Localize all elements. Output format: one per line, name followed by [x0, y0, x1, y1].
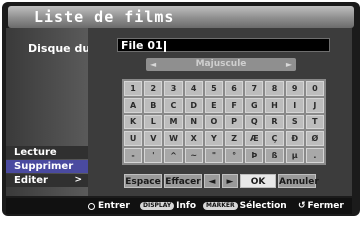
marker-key-badge: MARKER	[203, 202, 238, 210]
cancel-button[interactable]: Annuler	[278, 174, 319, 188]
hint-selection: MARKER Sélection	[203, 198, 287, 214]
menu-item-label: Editer	[14, 175, 48, 186]
keyboard-key[interactable]: Æ	[245, 131, 264, 147]
display-key-badge: DISPLAY	[140, 202, 175, 210]
hint-info: DISPLAY Info	[140, 198, 196, 214]
keyboard-key[interactable]: 9	[285, 81, 304, 96]
title-bar: Liste de films	[8, 6, 354, 28]
menu-item-label: Supprimer	[14, 161, 74, 172]
keyboard-key[interactable]: 2	[144, 81, 163, 96]
menu-item-label: Lecture	[14, 147, 57, 158]
chevron-right-icon: >	[74, 175, 82, 185]
space-button[interactable]: Espace	[124, 174, 162, 188]
keyboard-action-row: Espace Effacer ◄ ► OK Annuler	[124, 174, 319, 188]
hint-enter: Entrer	[88, 198, 130, 214]
keyboard-key[interactable]: ^	[164, 148, 183, 163]
keyboard-key[interactable]: S	[285, 114, 304, 130]
keyboard-key[interactable]: T	[305, 114, 324, 130]
keyboard-key[interactable]: 5	[204, 81, 223, 96]
keyboard-key[interactable]: -	[124, 148, 143, 163]
keyboard-key[interactable]: 8	[265, 81, 284, 96]
keyboard-key[interactable]: A	[124, 97, 143, 113]
menu-item-lecture[interactable]: Lecture	[6, 146, 88, 159]
keyboard-key[interactable]: Ø	[305, 131, 324, 147]
keyboard-key[interactable]: P	[225, 114, 244, 130]
keyboard-key[interactable]: E	[204, 97, 223, 113]
page-title: Liste de films	[34, 8, 175, 26]
hint-selection-label: Sélection	[239, 201, 287, 211]
keyboard-key[interactable]: '	[144, 148, 163, 163]
title-name-input[interactable]: File 01	[117, 38, 330, 52]
keyboard-key[interactable]: µ	[285, 148, 304, 163]
text-cursor	[163, 40, 166, 52]
footer-hints: Entrer DISPLAY Info MARKER Sélection ↺ F…	[6, 198, 352, 214]
keyboard-key[interactable]: B	[144, 97, 163, 113]
keyboard-key[interactable]: Ð	[285, 131, 304, 147]
keyboard-key[interactable]: Y	[204, 131, 223, 147]
return-icon: ↺	[298, 201, 306, 211]
hint-enter-label: Entrer	[98, 201, 130, 211]
on-screen-keyboard: 1234567890 ABCDEFGHIJ KLMNOPQRST UVWXYZÆÇÐØ…	[122, 79, 326, 165]
device-label: Disque dur	[28, 42, 96, 55]
keyboard-key[interactable]: G	[245, 97, 264, 113]
keyboard-key[interactable]: F	[225, 97, 244, 113]
keyboard-key[interactable]: Ç	[265, 131, 284, 147]
keyboard-key[interactable]: 3	[164, 81, 183, 96]
keyboard-key[interactable]: J	[305, 97, 324, 113]
keyboard-key[interactable]: "	[204, 148, 223, 163]
keyboard-key[interactable]: R	[265, 114, 284, 130]
keyboard-key[interactable]: .	[305, 148, 324, 163]
keyboard-key[interactable]: I	[285, 97, 304, 113]
keyboard-key[interactable]: 4	[184, 81, 203, 96]
keyboard-key[interactable]: X	[184, 131, 203, 147]
hint-close: ↺ Fermer	[298, 198, 344, 214]
title-name-value: File 01	[121, 39, 163, 52]
keyboard-key[interactable]: 1	[124, 81, 143, 96]
keyboard-key[interactable]: 7	[245, 81, 264, 96]
keyboard-key[interactable]: U	[124, 131, 143, 147]
enter-circle-icon	[88, 202, 95, 210]
keyboard-key[interactable]: ß	[265, 148, 284, 163]
case-left-arrow-icon[interactable]: ◄	[150, 58, 156, 71]
keyboard-key[interactable]: M	[164, 114, 183, 130]
menu-item-supprimer[interactable]: Supprimer	[6, 160, 88, 173]
keyboard-key[interactable]: Z	[225, 131, 244, 147]
keyboard-key[interactable]: V	[144, 131, 163, 147]
menu-item-editer[interactable]: Editer >	[6, 174, 88, 187]
keyboard-key[interactable]: ~	[184, 148, 203, 163]
hint-close-label: Fermer	[307, 201, 344, 211]
keyboard-key[interactable]: N	[184, 114, 203, 130]
case-selector[interactable]: ◄ Majuscule ►	[146, 58, 296, 71]
keyboard-key[interactable]: W	[164, 131, 183, 147]
cursor-right-button[interactable]: ►	[222, 174, 238, 188]
keyboard-key[interactable]: Þ	[245, 148, 264, 163]
hint-info-label: Info	[176, 201, 197, 211]
keyboard-key[interactable]: °	[225, 148, 244, 163]
cursor-left-button[interactable]: ◄	[204, 174, 220, 188]
keyboard-key[interactable]: O	[204, 114, 223, 130]
keyboard-key[interactable]: 6	[225, 81, 244, 96]
ok-button[interactable]: OK	[240, 174, 276, 188]
keyboard-key[interactable]: K	[124, 114, 143, 130]
keyboard-key[interactable]: D	[184, 97, 203, 113]
case-label: Majuscule	[195, 59, 247, 69]
keyboard-key[interactable]: 0	[305, 81, 324, 96]
case-right-arrow-icon[interactable]: ►	[286, 58, 292, 71]
keyboard-key[interactable]: L	[144, 114, 163, 130]
keyboard-key[interactable]: C	[164, 97, 183, 113]
clear-button[interactable]: Effacer	[164, 174, 202, 188]
keyboard-key[interactable]: H	[265, 97, 284, 113]
keyboard-key[interactable]: Q	[245, 114, 264, 130]
